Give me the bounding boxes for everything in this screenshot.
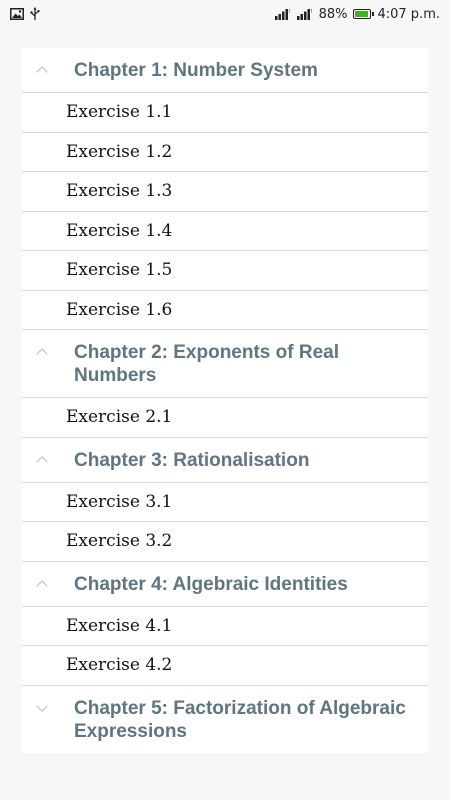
chapter-title: Chapter 5: Factorization of Algebraic Ex… xyxy=(74,697,406,742)
chapter-title: Chapter 1: Number System xyxy=(74,60,318,81)
chevron-up-icon xyxy=(32,448,52,472)
exercise-label: Exercise 3.2 xyxy=(66,531,173,552)
chapter-header[interactable]: Chapter 1: Number System xyxy=(22,48,428,93)
exercise-label: Exercise 2.1 xyxy=(66,407,173,428)
signal-icon: ! xyxy=(274,8,291,20)
exercise-item[interactable]: Exercise 4.2 xyxy=(22,646,428,686)
exercise-label: Exercise 1.3 xyxy=(66,181,173,202)
usb-icon xyxy=(30,7,40,21)
chapter-header[interactable]: Chapter 3: Rationalisation xyxy=(22,438,428,483)
exercise-item[interactable]: Exercise 2.1 xyxy=(22,398,428,438)
chevron-up-icon xyxy=(32,572,52,596)
exercise-item[interactable]: Exercise 4.1 xyxy=(22,607,428,646)
exercise-item[interactable]: Exercise 1.4 xyxy=(22,212,428,251)
exercise-item[interactable]: Exercise 1.5 xyxy=(22,251,428,291)
svg-text:!: ! xyxy=(288,9,290,15)
status-bar-right: ! ! 88% 4:07 p.m. xyxy=(274,6,440,22)
exercise-item[interactable]: Exercise 1.2 xyxy=(22,133,428,172)
chapter-header[interactable]: Chapter 2: Exponents of Real Numbers xyxy=(22,330,428,398)
chapter-list: Chapter 1: Number System Exercise 1.1 Exer… xyxy=(22,48,428,753)
exercise-item[interactable]: Exercise 1.3 xyxy=(22,172,428,212)
battery-icon xyxy=(353,9,375,19)
chapter-title: Chapter 4: Algebraic Identities xyxy=(74,573,348,595)
exercise-label: Exercise 1.4 xyxy=(66,220,173,241)
exercise-label: Exercise 1.1 xyxy=(66,102,173,123)
chapter-header[interactable]: Chapter 5: Factorization of Algebraic Ex… xyxy=(22,686,428,753)
chapter-title: Chapter 3: Rationalisation xyxy=(74,449,310,471)
exercise-label: Exercise 4.2 xyxy=(66,655,173,676)
chapter-title: Chapter 2: Exponents of Real Numbers xyxy=(74,342,339,386)
status-bar-left xyxy=(10,7,40,21)
clock: 4:07 p.m. xyxy=(377,6,440,22)
exercise-label: Exercise 1.6 xyxy=(66,299,173,320)
chevron-down-icon xyxy=(32,696,52,720)
battery-percent: 88% xyxy=(318,6,348,22)
chapter-header[interactable]: Chapter 4: Algebraic Identities xyxy=(22,562,428,607)
status-bar: ! ! 88% 4:07 p.m. xyxy=(0,0,450,28)
exercise-item[interactable]: Exercise 3.1 xyxy=(22,483,428,522)
battery-level-fill xyxy=(355,11,368,17)
exercise-label: Exercise 4.1 xyxy=(66,615,173,636)
exercise-label: Exercise 1.5 xyxy=(66,260,173,281)
exercise-item[interactable]: Exercise 1.6 xyxy=(22,291,428,330)
svg-text:!: ! xyxy=(310,9,312,15)
exercise-item[interactable]: Exercise 1.1 xyxy=(22,93,428,133)
exercise-label: Exercise 3.1 xyxy=(66,491,173,512)
chevron-up-icon xyxy=(32,340,52,364)
signal-icon: ! xyxy=(296,8,313,20)
exercise-label: Exercise 1.2 xyxy=(66,141,173,162)
image-icon xyxy=(10,8,24,20)
chevron-up-icon xyxy=(32,58,52,82)
exercise-item[interactable]: Exercise 3.2 xyxy=(22,522,428,562)
